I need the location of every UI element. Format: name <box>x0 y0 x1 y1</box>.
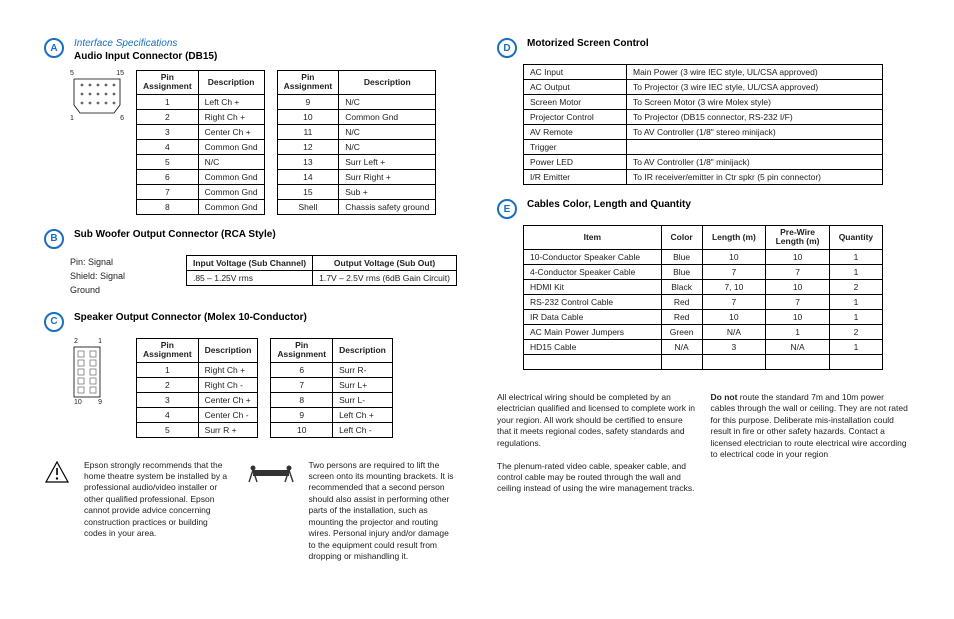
warning-icon <box>44 460 70 563</box>
section-d-title: Motorized Screen Control <box>527 38 649 49</box>
warn-text-4: Do not route the standard 7m and 10m pow… <box>711 392 911 495</box>
badge-c: C <box>44 312 64 332</box>
lift-icon <box>247 460 295 563</box>
badge-e: E <box>497 199 517 219</box>
warn-text-1: Epson strongly recommends that the home … <box>84 460 233 563</box>
table-c-right: PinAssignmentDescription6Surr R-7Surr L+… <box>270 338 392 438</box>
section-c-header: C Speaker Output Connector (Molex 10-Con… <box>44 312 457 332</box>
badge-a: A <box>44 38 64 58</box>
section-a-header: A Interface Specifications Audio Input C… <box>44 38 457 64</box>
section-d-header: D Motorized Screen Control <box>497 38 910 58</box>
section-b-header: B Sub Woofer Output Connector (RCA Style… <box>44 229 457 249</box>
table-b: Input Voltage (Sub Channel)Output Voltag… <box>186 255 457 286</box>
warn-text-3: All electrical wiring should be complete… <box>497 392 697 495</box>
section-e-title: Cables Color, Length and Quantity <box>527 199 691 210</box>
section-c-title: Speaker Output Connector (Molex 10-Condu… <box>74 312 307 323</box>
table-c-left: PinAssignmentDescription1Right Ch +2Righ… <box>136 338 258 438</box>
b-shield: Shield: Signal Ground <box>70 269 146 298</box>
section-b-title: Sub Woofer Output Connector (RCA Style) <box>74 229 276 240</box>
section-e-header: E Cables Color, Length and Quantity <box>497 199 910 219</box>
molex-diagram: 21 109 <box>70 338 124 406</box>
interface-spec-label: Interface Specifications <box>74 38 217 49</box>
table-e: ItemColorLength (m)Pre-Wire Length (m)Qu… <box>523 225 883 370</box>
table-a-right: PinAssignmentDescription9N/C10Common Gnd… <box>277 70 437 215</box>
section-a-title: Audio Input Connector (DB15) <box>74 51 217 62</box>
table-a-left: PinAssignmentDescription1Left Ch +2Right… <box>136 70 265 215</box>
warn-text-2: Two persons are required to lift the scr… <box>309 460 458 563</box>
badge-b: B <box>44 229 64 249</box>
table-d: AC InputMain Power (3 wire IEC style, UL… <box>523 64 883 185</box>
badge-d: D <box>497 38 517 58</box>
db15-diagram: 515 16 <box>70 70 124 122</box>
b-pin: Pin: Signal <box>70 255 146 269</box>
